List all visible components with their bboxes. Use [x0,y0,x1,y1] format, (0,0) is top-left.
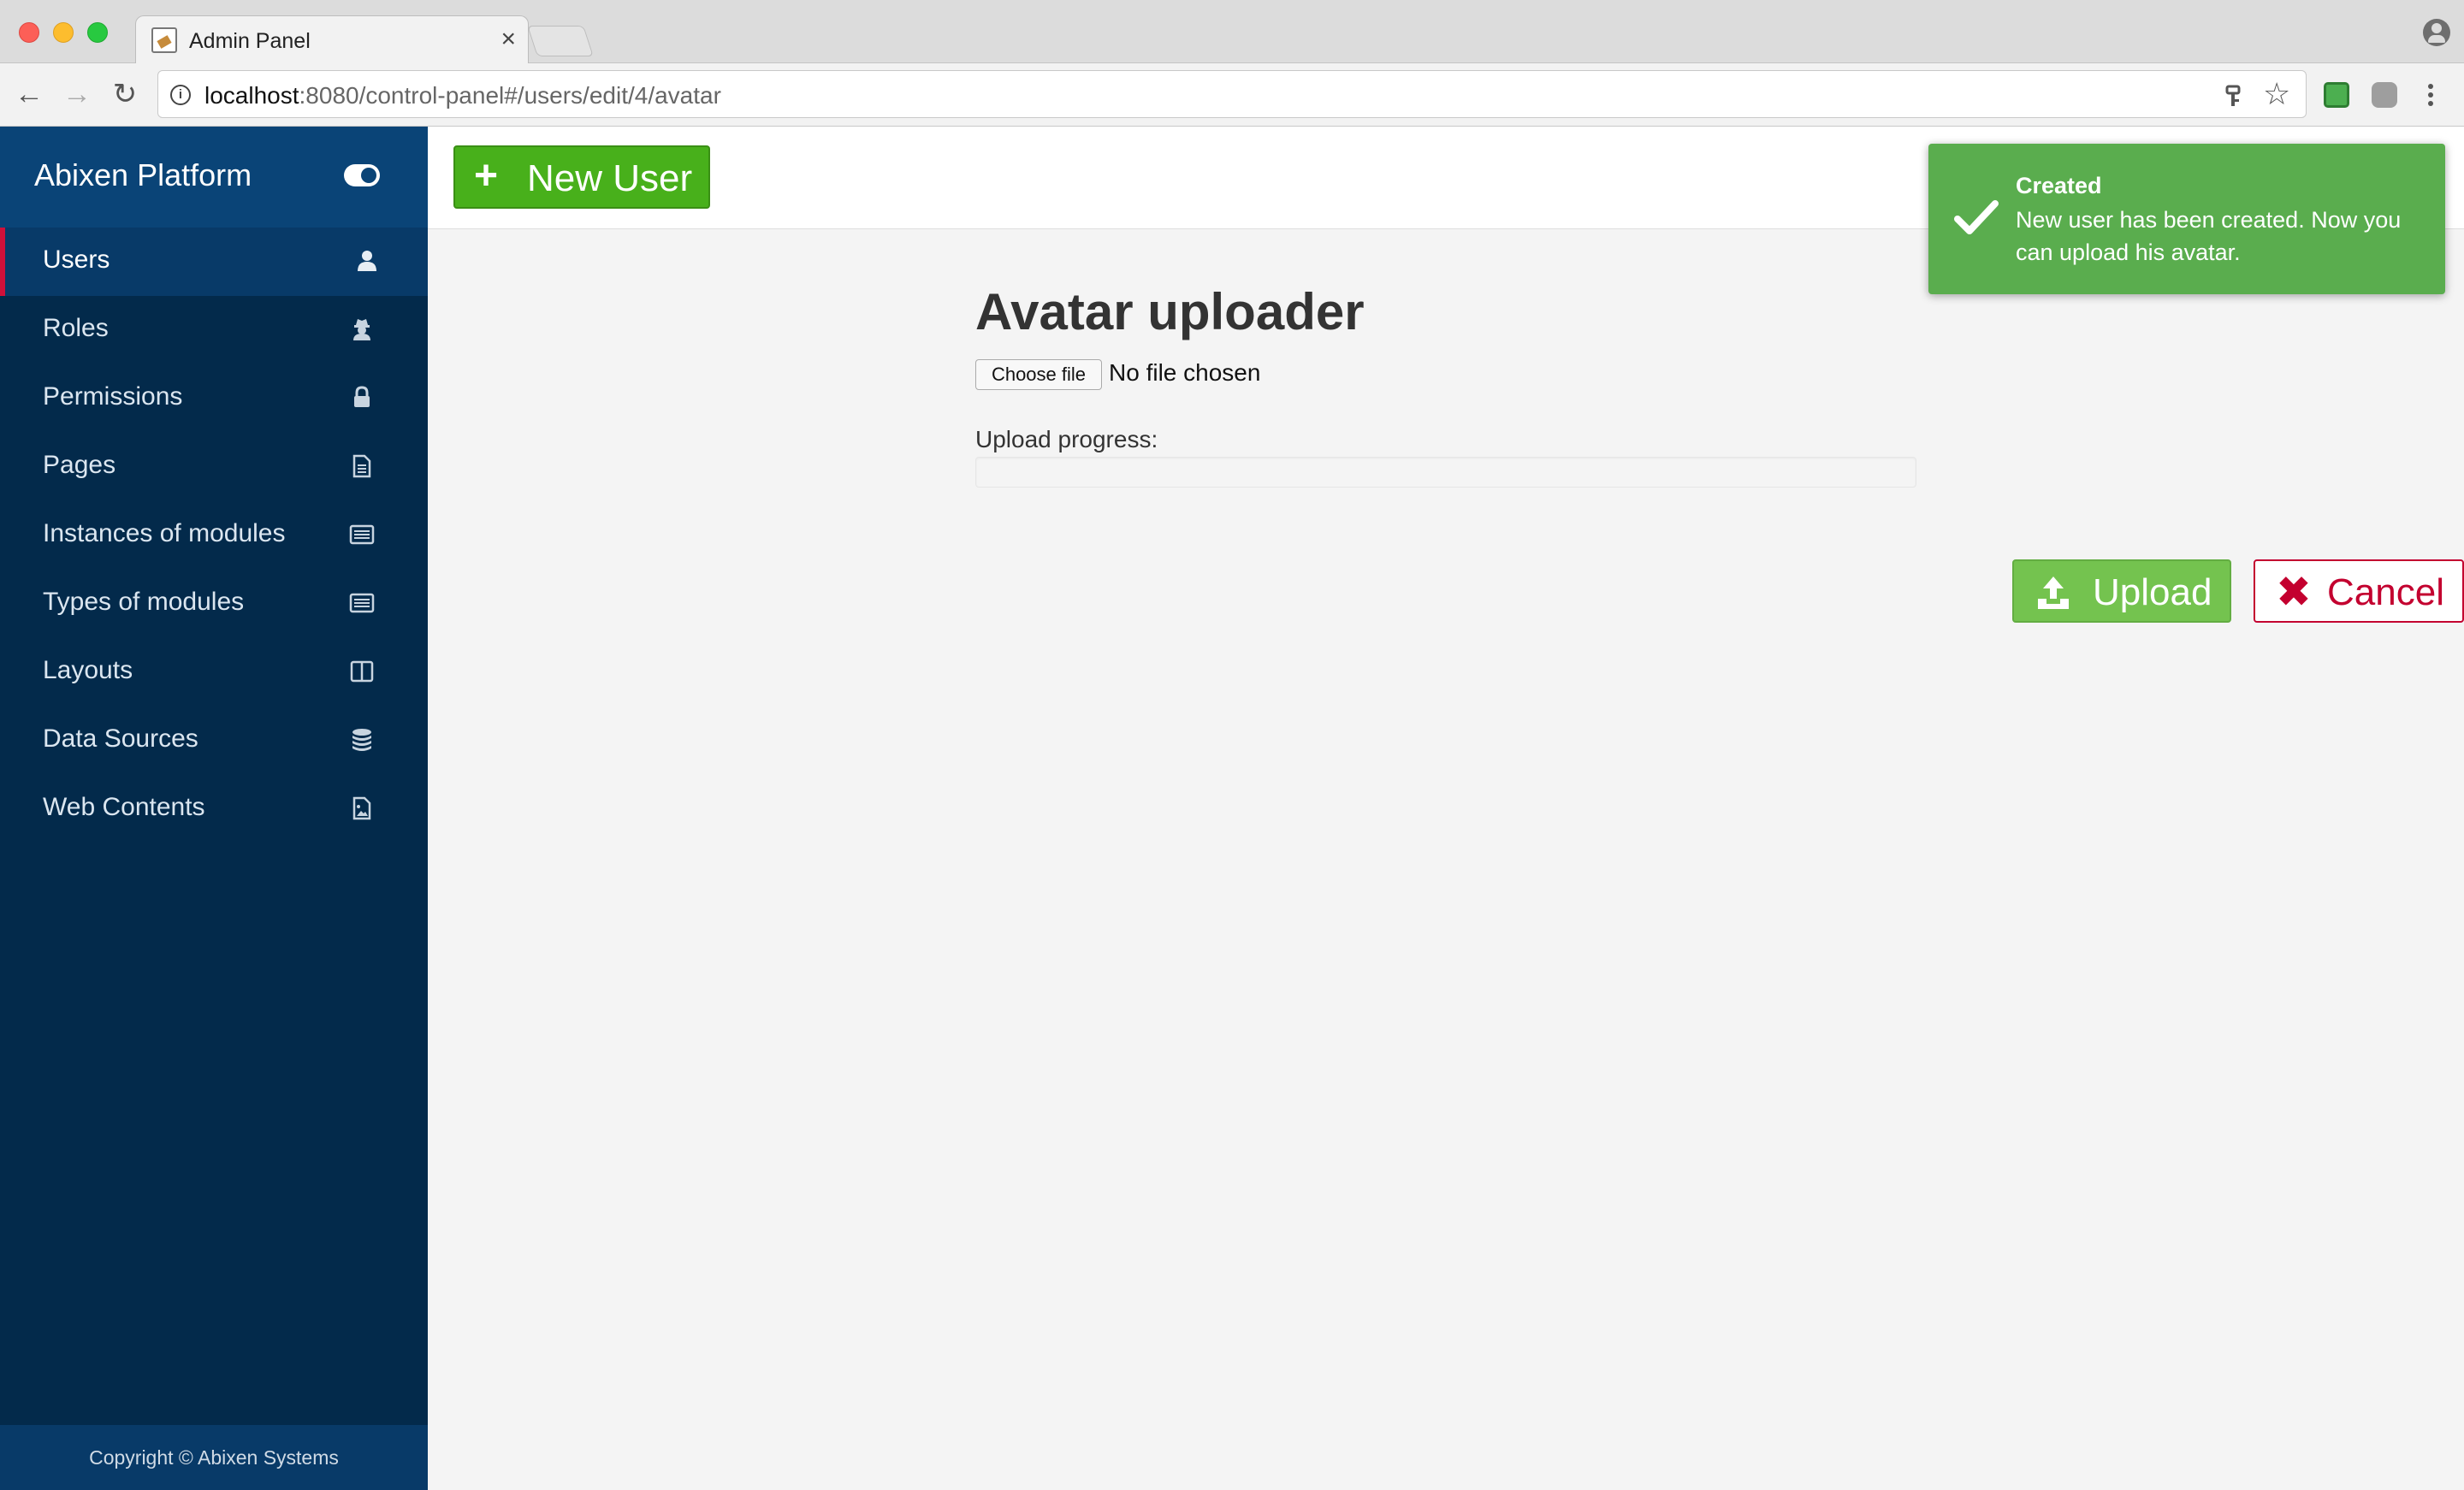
sidebar-item-label: Users [43,245,110,274]
checkmark-icon [1954,200,1999,234]
user-icon [358,251,376,271]
extension-shield-icon[interactable] [2372,82,2397,108]
extension-icon[interactable] [2324,82,2349,108]
success-toast[interactable]: Created New user has been created. Now y… [1928,144,2445,294]
sidebar-item-types-of-modules[interactable]: Types of modules [0,570,428,638]
close-icon: ✖ [2276,568,2312,616]
sidebar-item-label: Permissions [43,382,183,411]
tab-close-icon[interactable]: × [500,25,516,54]
user-secret-icon [353,319,370,340]
page-title: Avatar uploader [975,283,1365,340]
favicon-icon [151,27,177,53]
upload-icon [2038,576,2069,609]
new-user-label: New User [527,157,693,199]
minimize-window-button[interactable] [53,22,74,43]
sidebar-item-label: Layouts [43,656,133,684]
file-text-icon [352,454,371,478]
sidebar-item-web-contents[interactable]: Web Contents [0,775,428,843]
sidebar-toggle-icon[interactable] [344,164,380,186]
database-icon [352,729,371,751]
back-icon[interactable]: ← [12,77,46,111]
sidebar-item-roles[interactable]: Roles [0,296,428,364]
sidebar-item-data-sources[interactable]: Data Sources [0,707,428,775]
columns-icon [350,660,374,683]
sidebar-item-label: Types of modules [43,588,245,616]
forward-icon[interactable]: → [60,77,94,111]
list-alt-icon [349,524,375,545]
sidebar-item-layouts[interactable]: Layouts [0,638,428,707]
address-bar[interactable]: i localhost:8080/control-panel#/users/ed… [157,70,2307,118]
url-text: localhost:8080/control-panel#/users/edit… [204,82,721,109]
sidebar: Abixen Platform Users Roles Permissions … [0,127,428,1490]
close-window-button[interactable] [19,22,39,43]
plus-icon: + [474,153,499,198]
sidebar-item-label: Pages [43,451,116,479]
browser-tab-bar: Admin Panel × [0,0,2464,63]
upload-progress-bar [975,457,1916,488]
sidebar-item-instances-of-modules[interactable]: Instances of modules [0,501,428,570]
cancel-button[interactable]: ✖ Cancel [2254,559,2464,623]
url-host: localhost [204,82,299,109]
reload-icon[interactable]: ↻ [108,77,142,111]
sidebar-item-label: Web Contents [43,793,205,821]
sidebar-item-label: Roles [43,314,109,342]
choose-file-button[interactable]: Choose file [975,359,1102,390]
upload-progress-label: Upload progress: [975,426,1158,452]
lock-icon [354,386,370,407]
browser-tab[interactable]: Admin Panel × [135,15,529,63]
file-image-icon [352,796,371,820]
list-alt-icon [349,593,375,613]
brand-title[interactable]: Abixen Platform [34,157,252,193]
profile-icon[interactable] [2423,19,2450,46]
key-icon[interactable] [2224,85,2242,109]
new-user-button[interactable]: + New User [453,145,710,209]
browser-toolbar: ← → ↻ i localhost:8080/control-panel#/us… [0,63,2464,127]
more-vert-icon[interactable] [2426,82,2435,108]
brand-header: Abixen Platform [0,127,428,228]
url-path: :8080/control-panel#/users/edit/4/avatar [299,82,721,109]
new-tab-button[interactable] [527,26,594,56]
file-status: No file chosen [1109,359,1261,386]
toast-title: Created [2016,173,2102,198]
cancel-label: Cancel [2327,571,2444,613]
maximize-window-button[interactable] [87,22,108,43]
tab-title: Admin Panel [189,29,311,53]
info-icon[interactable]: i [170,85,191,105]
sidebar-item-users[interactable]: Users [0,228,428,296]
upload-label: Upload [2093,571,2212,613]
toast-message: New user has been created. Now you can u… [2016,207,2402,265]
sidebar-item-pages[interactable]: Pages [0,433,428,501]
sidebar-footer: Copyright © Abixen Systems [0,1425,428,1490]
sidebar-item-label: Data Sources [43,724,198,753]
upload-button[interactable]: Upload [2012,559,2231,623]
sidebar-item-permissions[interactable]: Permissions [0,364,428,433]
bookmark-star-icon[interactable]: ☆ [2263,76,2290,112]
sidebar-item-label: Instances of modules [43,519,286,547]
